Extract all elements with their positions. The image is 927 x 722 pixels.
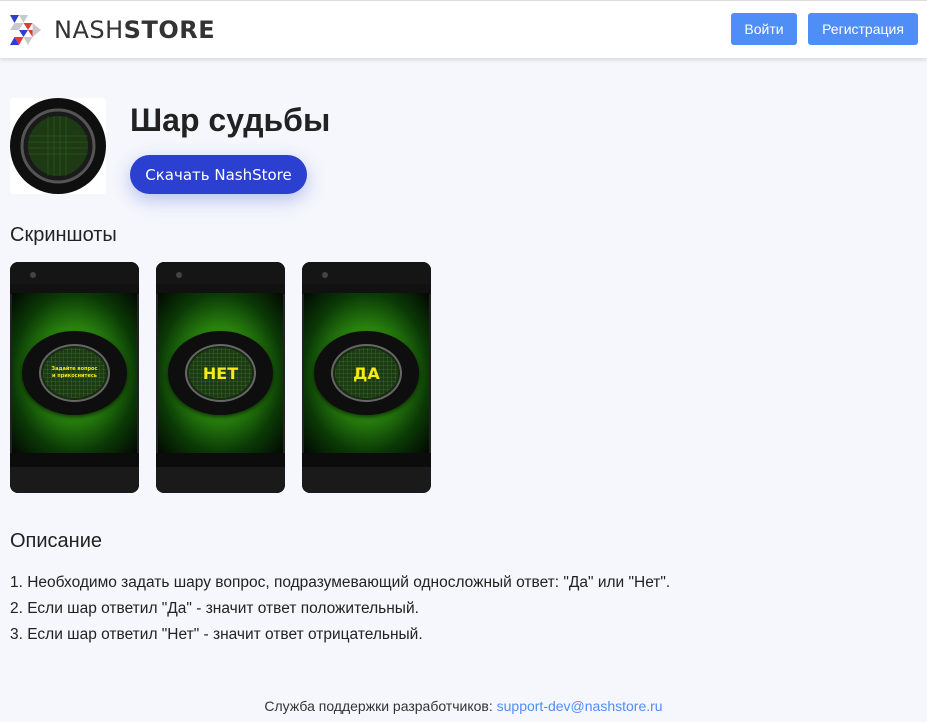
footer: Служба поддержки разработчиков: support-… [0, 698, 927, 714]
header: NASHSTORE Войти Регистрация [0, 0, 927, 58]
description-line: 1. Необходимо задать шару вопрос, подраз… [10, 574, 671, 591]
description-text: 1. Необходимо задать шару вопрос, подраз… [10, 570, 670, 648]
camera-icon [322, 272, 328, 278]
screenshot-2[interactable]: НЕТ [156, 262, 285, 493]
description-line: 2. Если шар ответил "Да" - значит ответ … [10, 600, 419, 617]
fate-ball: Задайте вопрос и прикоснитесь [22, 331, 127, 415]
logo-triangles-icon [10, 15, 41, 45]
screenshots-heading: Скриншоты [10, 224, 117, 246]
screenshots-gallery: Задайте вопрос и прикоснитесь НЕТ ДА [10, 262, 431, 493]
support-label: Служба поддержки разработчиков: [264, 698, 493, 714]
ball-text: Задайте вопрос и прикоснитесь [51, 366, 98, 379]
download-nashstore-button[interactable]: Скачать NashStore [130, 155, 307, 194]
fate-ball: ДА [314, 331, 419, 415]
phone-frame: Задайте вопрос и прикоснитесь [10, 262, 139, 493]
nashstore-logo[interactable]: NASHSTORE [10, 13, 215, 47]
fate-ball: НЕТ [168, 331, 273, 415]
logo-text-bold: STORE [123, 16, 216, 44]
app-icon [10, 98, 106, 194]
login-button[interactable]: Войти [731, 13, 797, 45]
phone-frame: НЕТ [156, 262, 285, 493]
logo-text-light: NASH [54, 16, 124, 44]
camera-icon [176, 272, 182, 278]
phone-frame: ДА [302, 262, 431, 493]
ball-text: НЕТ [202, 363, 239, 383]
register-button[interactable]: Регистрация [808, 13, 918, 45]
app-title: Шар судьбы [130, 102, 331, 138]
description-heading: Описание [10, 530, 103, 552]
description-line: 3. Если шар ответил "Нет" - значит ответ… [10, 626, 423, 643]
screenshot-1[interactable]: Задайте вопрос и прикоснитесь [10, 262, 139, 493]
ball-text: ДА [353, 363, 380, 383]
support-email-link[interactable]: support-dev@nashstore.ru [497, 698, 663, 714]
logo-text: NASHSTORE [54, 16, 215, 44]
screenshot-3[interactable]: ДА [302, 262, 431, 493]
camera-icon [30, 272, 36, 278]
fate-ball-icon [10, 98, 106, 194]
